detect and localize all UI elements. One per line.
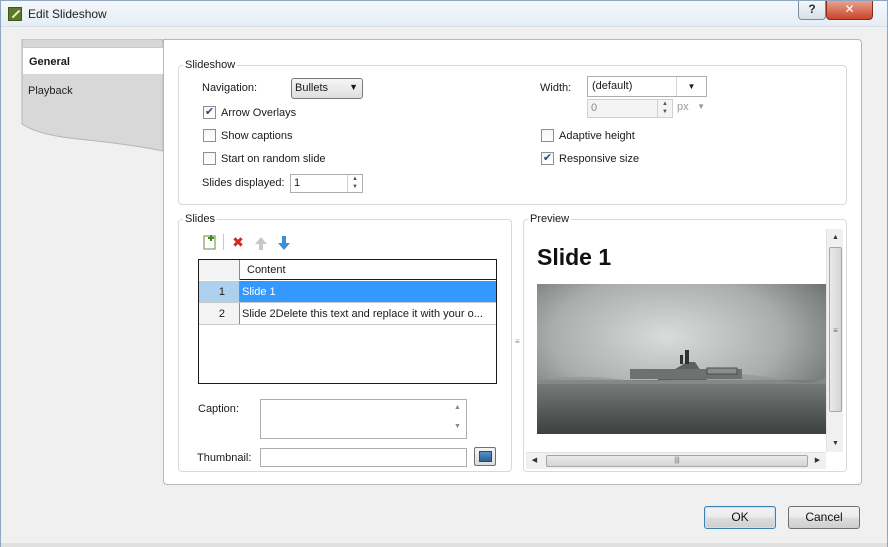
responsive-size-label: Responsive size bbox=[559, 153, 640, 165]
preview-vertical-scrollbar[interactable]: ▲ ≡ ▼ bbox=[826, 229, 843, 452]
slides-displayed-spinner[interactable]: 1 ▲ ▼ bbox=[290, 174, 363, 193]
cancel-button[interactable]: Cancel bbox=[788, 506, 860, 529]
slides-displayed-value: 1 bbox=[294, 177, 301, 189]
responsive-size-checkbox[interactable]: ✔ bbox=[541, 152, 554, 165]
preview-legend: Preview bbox=[530, 213, 570, 225]
spin-arrows-icon[interactable]: ▲ ▼ bbox=[347, 175, 362, 192]
width-unit-select: px ▼ bbox=[675, 99, 707, 118]
show-captions-label: Show captions bbox=[221, 130, 293, 142]
table-header: Content bbox=[199, 260, 496, 280]
window-title: Edit Slideshow bbox=[28, 7, 107, 21]
toolbar-divider bbox=[223, 234, 224, 250]
tab-list: General Playback bbox=[18, 39, 164, 484]
scroll-thumb[interactable]: ≡ bbox=[829, 247, 842, 412]
add-slide-icon[interactable] bbox=[202, 234, 218, 250]
scroll-right-icon[interactable]: ▶ bbox=[809, 453, 826, 469]
width-value: (default) bbox=[592, 80, 633, 92]
thumbnail-label: Thumbnail: bbox=[197, 452, 252, 464]
row-content: Slide 1 bbox=[242, 286, 276, 298]
delete-icon[interactable]: ✖ bbox=[230, 234, 246, 250]
random-start-label: Start on random slide bbox=[221, 153, 326, 165]
preview-horizontal-scrollbar[interactable]: ◀ ||| ▶ bbox=[526, 452, 826, 469]
spin-arrows-icon: ▲ ▼ bbox=[657, 100, 672, 117]
splitter-grip-icon[interactable]: ≡ bbox=[515, 337, 520, 346]
navigation-value: Bullets bbox=[295, 82, 329, 94]
close-button[interactable]: ✕ bbox=[826, 1, 873, 20]
tab-general[interactable]: General bbox=[22, 47, 163, 74]
scroll-down-icon[interactable]: ▼ bbox=[827, 435, 844, 452]
width-select[interactable]: (default) ▼ bbox=[587, 76, 707, 97]
chevron-down-icon: ▼ bbox=[349, 82, 358, 92]
row-number: 1 bbox=[199, 281, 240, 302]
title-bar: Edit Slideshow ? ✕ bbox=[1, 1, 887, 27]
thumbnail-browse-button[interactable] bbox=[474, 447, 496, 466]
scroll-thumb[interactable]: ||| bbox=[546, 455, 808, 467]
preview-slide-title: Slide 1 bbox=[537, 244, 612, 270]
edit-slideshow-dialog: Edit Slideshow ? ✕ General Playback Slid… bbox=[0, 0, 888, 547]
chevron-down-icon: ▼ bbox=[697, 102, 705, 111]
caption-scrollbar[interactable]: ▲ ▼ bbox=[449, 400, 466, 438]
help-button[interactable]: ? bbox=[798, 1, 826, 20]
row-number: 2 bbox=[199, 303, 240, 324]
scroll-up-icon[interactable]: ▲ bbox=[827, 229, 844, 246]
navigation-select[interactable]: Bullets ▼ bbox=[291, 78, 363, 99]
row-number-header bbox=[199, 260, 240, 280]
width-number-value: 0 bbox=[591, 102, 598, 114]
caption-textarea[interactable]: ▲ ▼ bbox=[260, 399, 467, 439]
move-down-icon[interactable] bbox=[276, 235, 292, 251]
slides-table[interactable]: Content 1 Slide 1 2 Slide 2Delete this t… bbox=[198, 259, 497, 384]
navigation-label: Navigation: bbox=[202, 82, 258, 94]
width-label: Width: bbox=[540, 82, 572, 94]
image-icon bbox=[479, 451, 492, 462]
width-unit-value: px bbox=[677, 101, 689, 113]
move-up-icon[interactable] bbox=[253, 235, 269, 251]
tab-background bbox=[21, 39, 164, 152]
adaptive-height-checkbox[interactable] bbox=[541, 129, 554, 142]
arrow-overlays-checkbox[interactable]: ✔ bbox=[203, 106, 216, 119]
show-captions-checkbox[interactable] bbox=[203, 129, 216, 142]
row-content: Slide 2Delete this text and replace it w… bbox=[242, 308, 483, 320]
width-number-spinner: 0 ▲ ▼ bbox=[587, 99, 673, 118]
scroll-down-icon[interactable]: ▼ bbox=[449, 411, 466, 430]
table-row[interactable]: 2 Slide 2Delete this text and replace it… bbox=[199, 303, 496, 325]
table-row[interactable]: 1 Slide 1 bbox=[199, 281, 496, 303]
content-column-header[interactable]: Content bbox=[247, 264, 286, 276]
adaptive-height-label: Adaptive height bbox=[559, 130, 635, 142]
tab-playback[interactable]: Playback bbox=[22, 77, 163, 105]
chevron-down-icon: ▼ bbox=[676, 77, 706, 96]
caption-label: Caption: bbox=[198, 403, 239, 415]
slides-displayed-label: Slides displayed: bbox=[202, 177, 285, 189]
window-bottom-edge bbox=[1, 543, 887, 547]
app-logo-icon bbox=[8, 7, 22, 21]
slideshow-legend: Slideshow bbox=[185, 59, 236, 71]
ok-button[interactable]: OK bbox=[704, 506, 776, 529]
thumbnail-input[interactable] bbox=[260, 448, 467, 467]
scroll-left-icon[interactable]: ◀ bbox=[526, 453, 543, 469]
scroll-up-icon[interactable]: ▲ bbox=[449, 400, 466, 411]
slides-legend: Slides bbox=[185, 213, 215, 225]
arrow-overlays-label: Arrow Overlays bbox=[221, 107, 297, 119]
random-start-checkbox[interactable] bbox=[203, 152, 216, 165]
preview-image bbox=[537, 284, 826, 434]
